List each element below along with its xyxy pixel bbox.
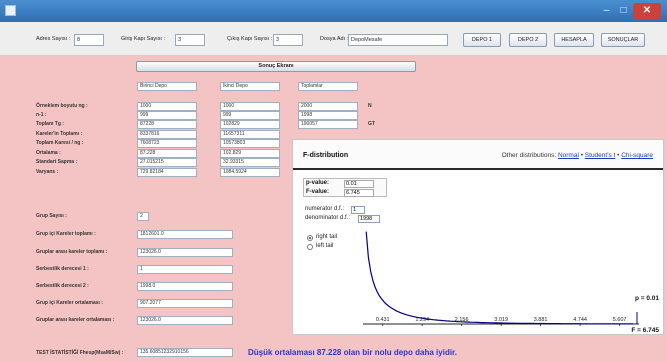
row-label: Standart Sapma : [36,159,78,165]
depo2-button[interactable]: DEPO 2 [509,33,547,47]
table-cell[interactable]: 729.82184 [137,168,197,177]
test-stat-label: TEST İSTATİSTİĞİ Fhesp(MsaM/Sw) : [36,350,124,356]
x-tick-label: 4.744 [573,317,587,323]
group-label: Grup içi Kareler toplamı : [36,231,96,237]
table-cell[interactable]: 2000 [298,102,358,111]
conclusion-text: Düşük ortalaması 87.228 olan bir nolu de… [248,348,457,357]
table-cell[interactable]: 190057 [298,120,358,129]
group-field[interactable]: 123026.0 [137,316,233,325]
sonuclar-button[interactable]: SONUÇLAR [601,33,645,47]
x-tick-label: 0.431 [376,317,390,323]
group-field[interactable]: 1998.0 [137,282,233,291]
minimize-button[interactable]: ‒ [598,3,615,19]
row-label: Örneklem boyutu ng : [36,103,88,109]
x-tick-label: 5.607 [613,317,627,323]
f-annotation: F = 6.745 [631,327,659,334]
group-field[interactable]: 907.2077 [137,299,233,308]
density-curve [365,231,633,325]
adres-label: Adres Sayısı : [36,36,71,42]
header-first-depot: Birinci Depo [137,82,197,91]
group-label: Grup Sayısı : [36,213,67,219]
group-label: Serbestlik derecesi 2 : [36,283,89,289]
table-cell[interactable]: 102829 [220,120,280,129]
group-label: Gruplar arası kareler ortalaması : [36,317,115,323]
maximize-button[interactable]: □ [615,3,632,19]
row-label: Varyans : [36,169,59,175]
cikis-label: Çıkış Kapı Sayısı : [227,36,273,42]
result-screen-button[interactable]: Sonuç Ekranı [136,61,416,72]
giris-label: Giriş Kapı Sayısı : [121,36,166,42]
table-cell[interactable]: 7608723 [137,139,197,148]
group-field[interactable]: 123026.0 [137,248,233,257]
cikis-input[interactable]: 3 [273,34,303,46]
table-cell[interactable]: 102.829 [220,149,280,158]
row-label: Toplam Tg : [36,121,64,127]
close-button[interactable]: ✕ [633,3,661,19]
table-cell[interactable]: 999 [137,111,197,120]
table-cell[interactable]: 999 [220,111,280,120]
table-cell[interactable]: 32.93315 [220,158,280,167]
table-cell[interactable]: 27.015215 [137,158,197,167]
f-distribution-chart: 0.431 1.294 2.156 3.019 3.881 4.744 5.607 p = 0… [363,231,659,334]
window-titlebar: ‒ □ ✕ [0,0,667,22]
group-field[interactable]: 1812601.0 [137,230,233,239]
table-cell[interactable]: 10573803 [220,139,280,148]
x-tick-label: 3.881 [534,317,548,323]
p-annotation: p = 0.01 [635,295,659,302]
table-cell[interactable]: 87228 [137,120,197,129]
app-icon [5,5,16,16]
group-label: Serbestlik derecesi 1 : [36,266,89,272]
row-unit: GT [368,121,375,127]
table-cell[interactable]: 8337816 [137,130,197,139]
header-totals: Toplamlar [298,82,358,91]
group-label: Grup içi Kareler ortalaması : [36,300,103,306]
table-cell[interactable]: 1084.5924 [220,168,280,177]
depo1-button[interactable]: DEPO 1 [463,33,501,47]
row-label: Kareler'in Toplamı : [36,131,83,137]
table-cell[interactable]: 87.228 [137,149,197,158]
adres-input[interactable]: 8 [74,34,104,46]
dosya-input[interactable]: DepoMesafe [348,34,448,46]
x-tick-label: 1.294 [415,317,429,323]
table-cell[interactable]: 1998 [298,111,358,120]
x-tick-label: 2.156 [455,317,469,323]
group-field[interactable]: 2 [137,212,149,221]
row-label: n-1 : [36,112,47,118]
row-unit: N [368,103,372,109]
x-tick-label: 3.019 [494,317,508,323]
giris-input[interactable]: 3 [175,34,205,46]
table-cell[interactable]: 1000 [137,102,197,111]
row-label: Toplam Karesi / ng : [36,140,84,146]
f-distribution-panel: F-distribution Other distributions: Norm… [292,139,664,335]
header-second-depot: İkinci Depo [220,82,280,91]
test-stat-field[interactable]: 135.60851232910156 [137,348,233,357]
row-label: Ortalama : [36,150,61,156]
group-field[interactable]: 1 [137,265,233,274]
table-cell[interactable]: 1000 [220,102,280,111]
dosya-label: Dosya Adı : [320,36,349,42]
hesapla-button[interactable]: HESAPLA [554,33,594,47]
group-label: Gruplar arası kareler toplamı : [36,249,108,255]
table-cell[interactable]: 11657311 [220,130,280,139]
